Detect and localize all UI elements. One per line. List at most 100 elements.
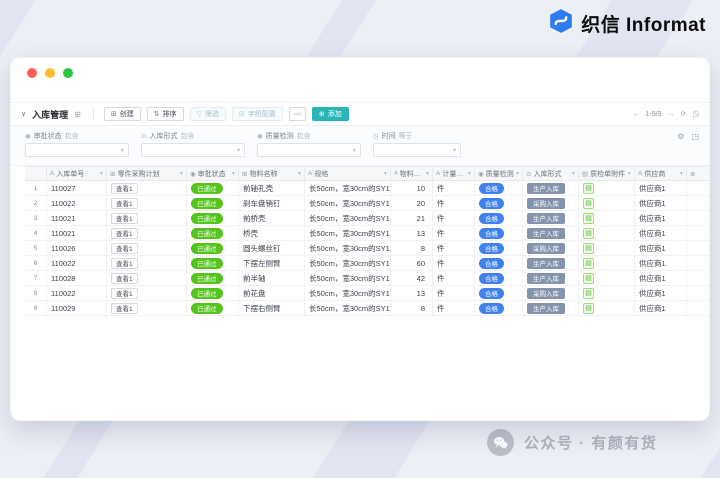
cell-quality: 合格 bbox=[475, 286, 523, 300]
column-menu-icon[interactable]: ▾ bbox=[180, 170, 183, 177]
attachment-file-icon[interactable]: ▤ bbox=[583, 288, 594, 299]
view-record-button[interactable]: 查看1 bbox=[111, 273, 138, 284]
field-config-button[interactable]: ⊟ 字段配置 bbox=[232, 107, 283, 121]
cell-qty: 13 bbox=[391, 286, 433, 300]
attachment-file-icon[interactable]: ▤ bbox=[583, 213, 594, 224]
column-header-has_attachment[interactable]: ▤质检单附件▾ bbox=[579, 167, 635, 180]
entry-type-badge: 生产入库 bbox=[527, 213, 565, 224]
attachment-file-icon[interactable]: ▤ bbox=[583, 228, 594, 239]
column-menu-icon[interactable]: ▾ bbox=[384, 170, 387, 177]
attachment-file-icon[interactable]: ▤ bbox=[583, 183, 594, 194]
view-record-button[interactable]: 查看1 bbox=[111, 228, 138, 239]
chevron-down-icon[interactable]: ∨ bbox=[21, 110, 26, 118]
sort-button[interactable]: ⇅ 排序 bbox=[147, 107, 184, 121]
column-label: 质检单附件 bbox=[590, 169, 625, 179]
cell-entry_type: 采购入库 bbox=[523, 241, 579, 255]
approval-status-badge: 已通过 bbox=[191, 243, 223, 254]
filter-bar: ◉审批状态包含▾⊙入库形式包含▾◉质量检测包含▾◷时间等于▾ ⚙ ◳ bbox=[11, 126, 709, 166]
column-header-unit[interactable]: A计量单位▾ bbox=[433, 167, 475, 180]
view-record-button[interactable]: 查看1 bbox=[111, 183, 138, 194]
add-record-button[interactable]: ⊕ 添加 bbox=[312, 107, 349, 121]
attachment-file-icon[interactable]: ▤ bbox=[583, 198, 594, 209]
column-header-spec[interactable]: A规格▾ bbox=[305, 167, 391, 180]
attachment-file-icon[interactable]: ▤ bbox=[583, 243, 594, 254]
cell-entry_type: 生产入库 bbox=[523, 211, 579, 225]
filter-value-input[interactable]: ▾ bbox=[25, 143, 129, 157]
attachment-file-icon[interactable]: ▤ bbox=[583, 258, 594, 269]
filter-value-input[interactable]: ▾ bbox=[373, 143, 461, 157]
refresh-icon[interactable]: ⟳ bbox=[681, 110, 687, 118]
column-menu-icon[interactable]: ▾ bbox=[298, 170, 301, 177]
column-menu-icon[interactable]: ▾ bbox=[572, 170, 575, 177]
view-record-button[interactable]: 查看1 bbox=[111, 243, 138, 254]
more-actions-button[interactable]: ⋯ bbox=[289, 107, 306, 121]
cell-order_no: 110022 bbox=[47, 256, 107, 270]
cell-has_attachment: ▤ bbox=[579, 301, 635, 315]
filter-operator[interactable]: 包含 bbox=[180, 131, 194, 141]
gear-icon[interactable]: ⚙ bbox=[677, 132, 684, 141]
column-header-approval[interactable]: ◉审批状态▾ bbox=[187, 167, 239, 180]
table-row-2[interactable]: 2110022查看1已通过刹车盘销钉长50cm，宽30cm的SY120件合格采购… bbox=[25, 196, 710, 211]
column-menu-icon[interactable]: ▾ bbox=[232, 170, 235, 177]
view-record-button[interactable]: 查看1 bbox=[111, 258, 138, 269]
column-header-qty[interactable]: #物料数量▾ bbox=[391, 167, 433, 180]
attachment-file-icon[interactable]: ▤ bbox=[583, 303, 594, 314]
filter-value-input[interactable]: ▾ bbox=[257, 143, 361, 157]
filter-operator[interactable]: 等于 bbox=[399, 131, 413, 141]
expand-icon[interactable]: ◳ bbox=[692, 110, 699, 118]
informat-logo-icon bbox=[548, 8, 574, 39]
table-row-9[interactable]: 9110029查看1已通过下摆右侧臂长50cm，宽30cm的SY18件合格生产入… bbox=[25, 301, 710, 316]
filter-operator[interactable]: 包含 bbox=[65, 131, 79, 141]
view-record-button[interactable]: 查看1 bbox=[111, 288, 138, 299]
cell-plan: 查看1 bbox=[107, 271, 187, 285]
cell-has_attachment: ▤ bbox=[579, 196, 635, 210]
column-header-quality[interactable]: ◉质量检测▾ bbox=[475, 167, 523, 180]
column-header-order_no[interactable]: A入库单号▾ bbox=[47, 167, 107, 180]
next-page-arrow[interactable]: → bbox=[668, 111, 675, 118]
cell-quality: 合格 bbox=[475, 181, 523, 195]
create-button[interactable]: ⊞ 创建 bbox=[104, 107, 141, 121]
column-menu-icon[interactable]: ▾ bbox=[426, 170, 429, 177]
watermark-text: 公众号 · 有颜有货 bbox=[524, 432, 657, 453]
cell-entry_type: 生产入库 bbox=[523, 271, 579, 285]
table-row-3[interactable]: 3110021查看1已通过前桥壳长50cm，宽30cm的SY121件合格生产入库… bbox=[25, 211, 710, 226]
cell-stub bbox=[687, 301, 710, 315]
filter-button[interactable]: ▽ 筛选 bbox=[190, 107, 226, 121]
view-record-button[interactable]: 查看1 bbox=[111, 303, 138, 314]
cell-quality: 合格 bbox=[475, 256, 523, 270]
table-row-1[interactable]: 1110027查看1已通过前轴孔壳长50cm，宽30cm的SY110件合格生产入… bbox=[25, 181, 710, 196]
column-header-material[interactable]: ⊞物料名称▾ bbox=[239, 167, 305, 180]
cell-index: 2 bbox=[25, 196, 47, 210]
column-header-stub[interactable]: ⊕ bbox=[687, 167, 710, 180]
layout-icon[interactable]: ◳ bbox=[691, 132, 699, 141]
column-header-supplier[interactable]: A供应商▾ bbox=[635, 167, 687, 180]
cell-has_attachment: ▤ bbox=[579, 241, 635, 255]
column-header-plan[interactable]: ⊞零件采购计划▾ bbox=[107, 167, 187, 180]
close-window-button[interactable] bbox=[27, 68, 37, 78]
attachment-file-icon[interactable]: ▤ bbox=[583, 273, 594, 284]
table-row-4[interactable]: 4110021查看1已通过桥壳长50cm，宽30cm的SY113件合格生产入库▤… bbox=[25, 226, 710, 241]
maximize-window-button[interactable] bbox=[63, 68, 73, 78]
filter-operator[interactable]: 包含 bbox=[297, 131, 311, 141]
table-row-6[interactable]: 6110022查看1已通过下摆左侧臂长50cm，宽30cm的SY160件合格生产… bbox=[25, 256, 710, 271]
column-header-entry_type[interactable]: ⊙入库形式▾ bbox=[523, 167, 579, 180]
column-menu-icon[interactable]: ▾ bbox=[468, 170, 471, 177]
column-menu-icon[interactable]: ▾ bbox=[628, 170, 631, 177]
column-menu-icon[interactable]: ▾ bbox=[100, 170, 103, 177]
field-type-icon: A bbox=[638, 170, 642, 177]
view-record-button[interactable]: 查看1 bbox=[111, 198, 138, 209]
table-row-8[interactable]: 8110022查看1已通过前花盘长50cm，宽30cm的SY113件合格采购入库… bbox=[25, 286, 710, 301]
view-grid-icon[interactable]: ⊞ bbox=[74, 110, 81, 119]
prev-page-arrow[interactable]: ← bbox=[633, 111, 640, 118]
column-menu-icon[interactable]: ▾ bbox=[680, 170, 683, 177]
table-row-5[interactable]: 5110026查看1已通过圆头螺丝钉长50cm，宽30cm的SY18件合格采购入… bbox=[25, 241, 710, 256]
cell-entry_type: 生产入库 bbox=[523, 256, 579, 270]
minimize-window-button[interactable] bbox=[45, 68, 55, 78]
cell-index: 3 bbox=[25, 211, 47, 225]
table-row-7[interactable]: 7110028查看1已通过前半轴长50cm，宽30cm的SY142件合格生产入库… bbox=[25, 271, 710, 286]
view-record-button[interactable]: 查看1 bbox=[111, 213, 138, 224]
filter-value-input[interactable]: ▾ bbox=[141, 143, 245, 157]
field-type-icon: ⊞ bbox=[242, 170, 247, 178]
column-menu-icon[interactable]: ▾ bbox=[516, 170, 519, 177]
sort-arrows-icon: ⇅ bbox=[154, 110, 160, 118]
